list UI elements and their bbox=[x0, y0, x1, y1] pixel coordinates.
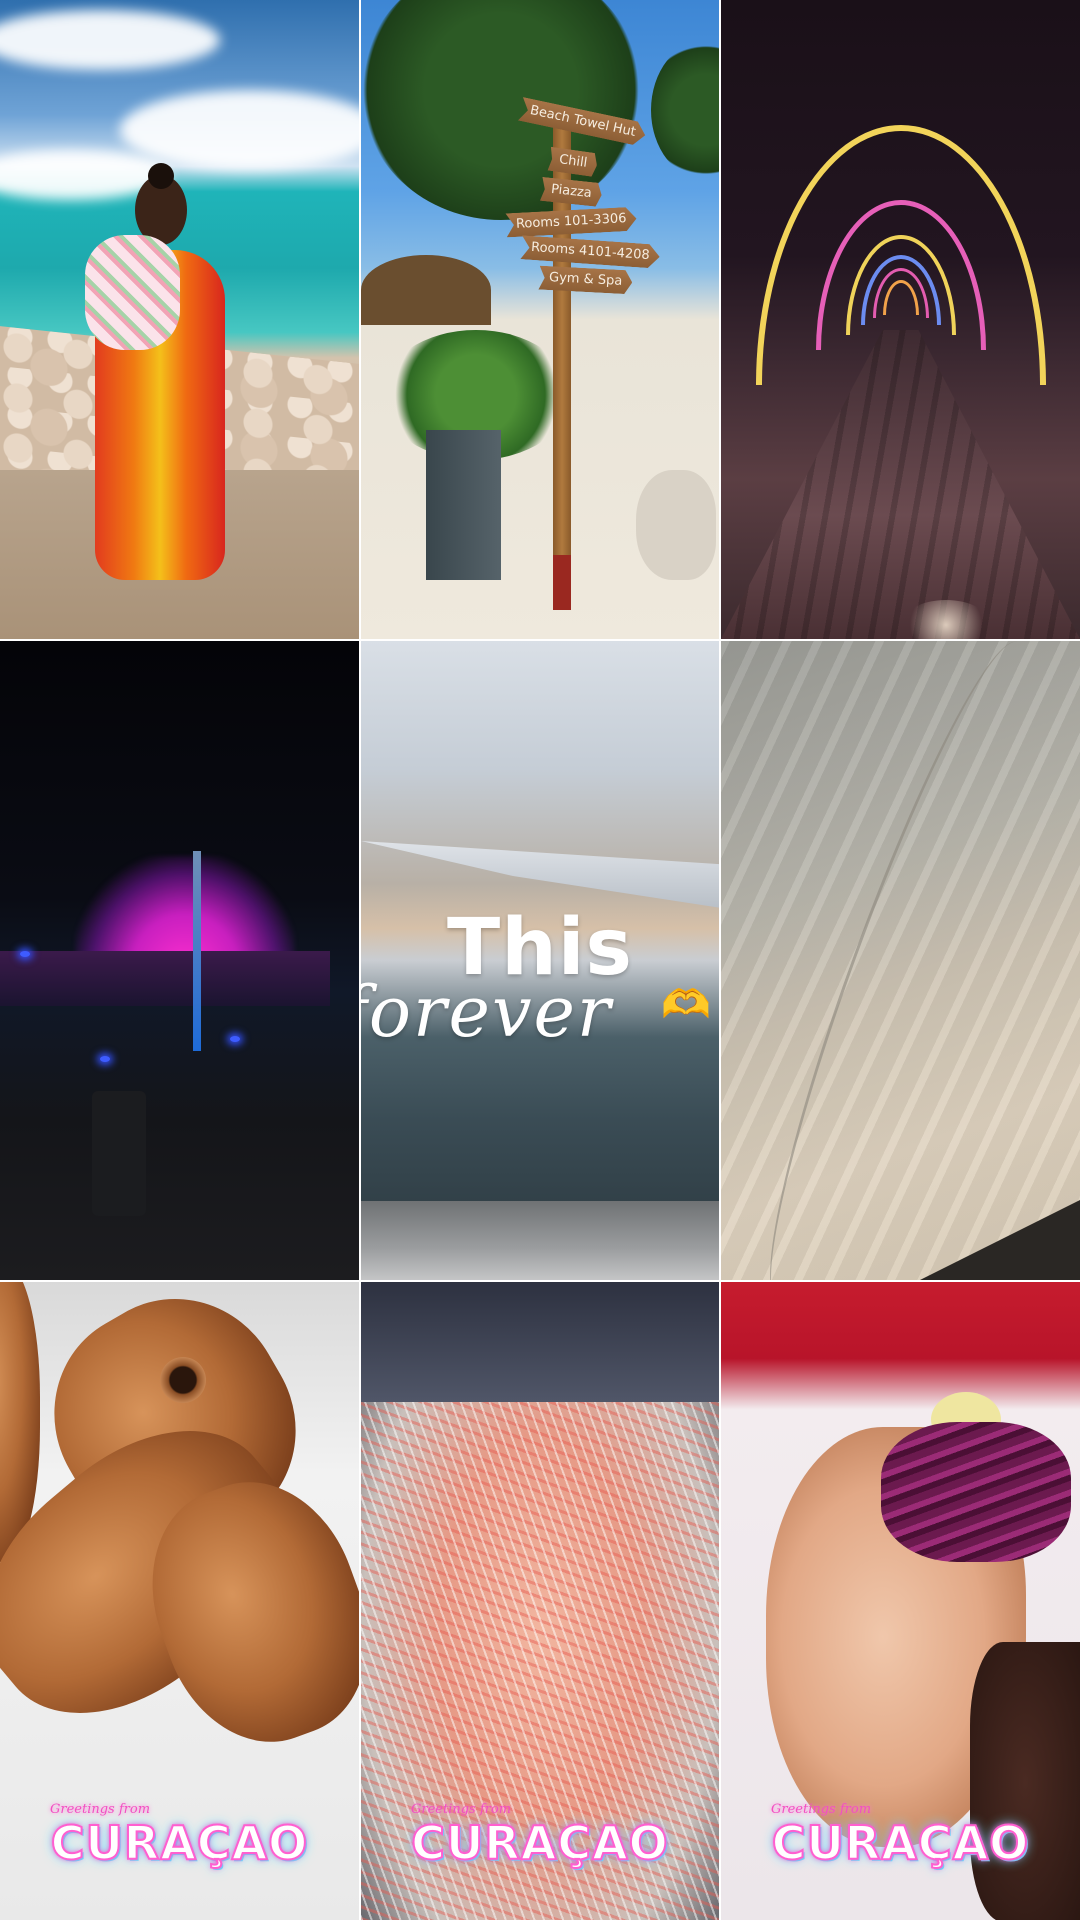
photo-crab-salad: Greetings from CURAÇAO bbox=[361, 1282, 719, 1920]
sign-pole-base bbox=[553, 555, 571, 610]
airplane-wing bbox=[361, 841, 719, 911]
sticker-greeting: Greetings from bbox=[50, 1802, 151, 1817]
shadow bbox=[920, 1200, 1080, 1280]
grilled-meat bbox=[970, 1642, 1080, 1920]
rock bbox=[636, 470, 716, 580]
photo-beach-woman-baby bbox=[0, 0, 359, 639]
blue-light bbox=[20, 951, 30, 957]
blue-light bbox=[230, 1036, 240, 1042]
tray bbox=[361, 1282, 719, 1402]
photo-signpost: Beach Towel Hut Chill Piazza Rooms 101-3… bbox=[361, 0, 719, 639]
overlay-script-text: forever bbox=[361, 971, 613, 1053]
shoreline bbox=[734, 641, 1061, 1280]
fish-eye bbox=[160, 1357, 206, 1403]
sign-board: Rooms 4101-4208 bbox=[520, 235, 660, 269]
hair-bun bbox=[148, 163, 174, 189]
photo-grilled-fish: Greetings from CURAÇAO bbox=[721, 1282, 1080, 1920]
sticker-greeting: Greetings from bbox=[411, 1802, 512, 1817]
planter bbox=[426, 430, 501, 580]
window-frame bbox=[361, 1201, 719, 1280]
sign-board: Gym & Spa bbox=[538, 266, 632, 295]
heart-hands-icon: 🫶 bbox=[661, 983, 711, 1027]
photo-collage: Beach Towel Hut Chill Piazza Rooms 101-3… bbox=[0, 0, 1080, 1920]
photo-fried-fish: Greetings from CURAÇAO bbox=[0, 1282, 359, 1920]
thatched-hut bbox=[361, 255, 491, 325]
palm-trunk bbox=[193, 851, 201, 1051]
photo-lit-bridge-night bbox=[721, 0, 1080, 639]
sticker-place: CURAÇAO bbox=[50, 1815, 309, 1871]
photo-airplane-window: This forever 🫶 bbox=[361, 641, 719, 1280]
cloud bbox=[0, 10, 220, 70]
sticker-place: CURAÇAO bbox=[410, 1815, 669, 1871]
red-cabbage bbox=[881, 1422, 1071, 1562]
pool bbox=[0, 951, 330, 1006]
blue-light bbox=[100, 1056, 110, 1062]
trash-bin bbox=[92, 1091, 146, 1216]
cloud bbox=[120, 90, 359, 170]
sticker-place: CURAÇAO bbox=[771, 1815, 1030, 1871]
photo-sand-shore bbox=[721, 641, 1080, 1280]
baby bbox=[85, 235, 180, 350]
palm-tree bbox=[651, 40, 719, 180]
sticker-greeting: Greetings from bbox=[771, 1802, 872, 1817]
photo-fountain-night bbox=[0, 641, 359, 1280]
